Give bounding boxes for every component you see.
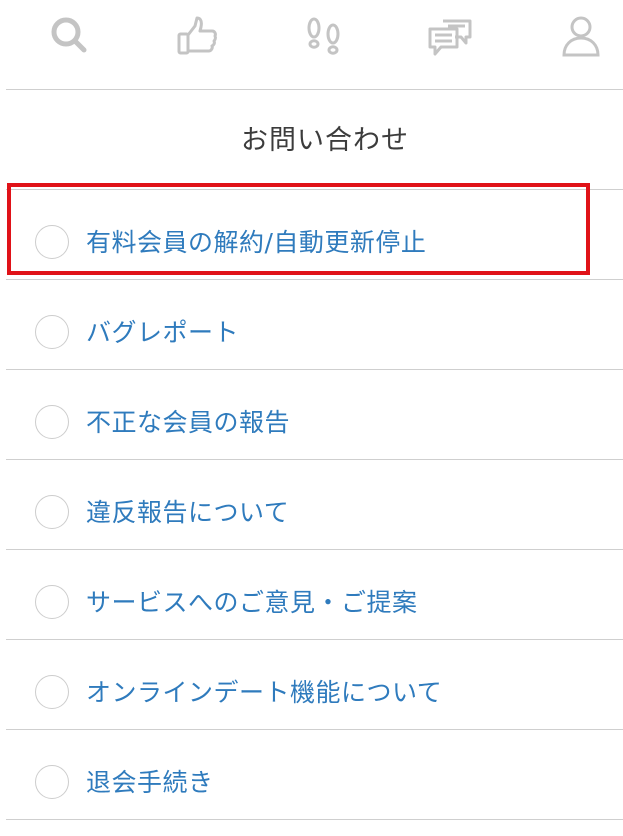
- radio-button[interactable]: [35, 315, 69, 349]
- option-label: オンラインデート機能について: [86, 678, 443, 707]
- header-divider: [6, 89, 623, 90]
- chat-bubbles-icon[interactable]: [428, 14, 472, 58]
- radio-button[interactable]: [35, 765, 69, 799]
- option-label: 退会手続き: [86, 768, 214, 797]
- option-bug-report[interactable]: バグレポート: [6, 279, 623, 369]
- option-label: 不正な会員の報告: [86, 408, 291, 437]
- option-online-date[interactable]: オンラインデート機能について: [6, 639, 623, 729]
- option-label: 違反報告について: [86, 498, 290, 527]
- option-violation-report[interactable]: 違反報告について: [6, 459, 623, 549]
- page-title: お問い合わせ: [241, 125, 409, 156]
- option-label: バグレポート: [86, 318, 240, 347]
- radio-button[interactable]: [35, 405, 69, 439]
- thumbs-up-icon[interactable]: [176, 14, 220, 58]
- option-report-fraud-member[interactable]: 不正な会員の報告: [6, 369, 623, 459]
- radio-button[interactable]: [35, 675, 69, 709]
- radio-button[interactable]: [35, 585, 69, 619]
- option-feedback[interactable]: サービスへのご意見・ご提案: [6, 549, 623, 639]
- divider: [6, 819, 623, 820]
- top-navigation: [0, 0, 623, 90]
- option-label: サービスへのご意見・ご提案: [86, 588, 418, 617]
- option-withdraw-membership[interactable]: 退会手続き: [6, 729, 623, 819]
- footprints-icon[interactable]: [302, 14, 346, 58]
- search-icon[interactable]: [47, 14, 91, 58]
- highlight-box: [7, 183, 590, 275]
- radio-button[interactable]: [35, 495, 69, 529]
- user-icon[interactable]: [559, 14, 603, 58]
